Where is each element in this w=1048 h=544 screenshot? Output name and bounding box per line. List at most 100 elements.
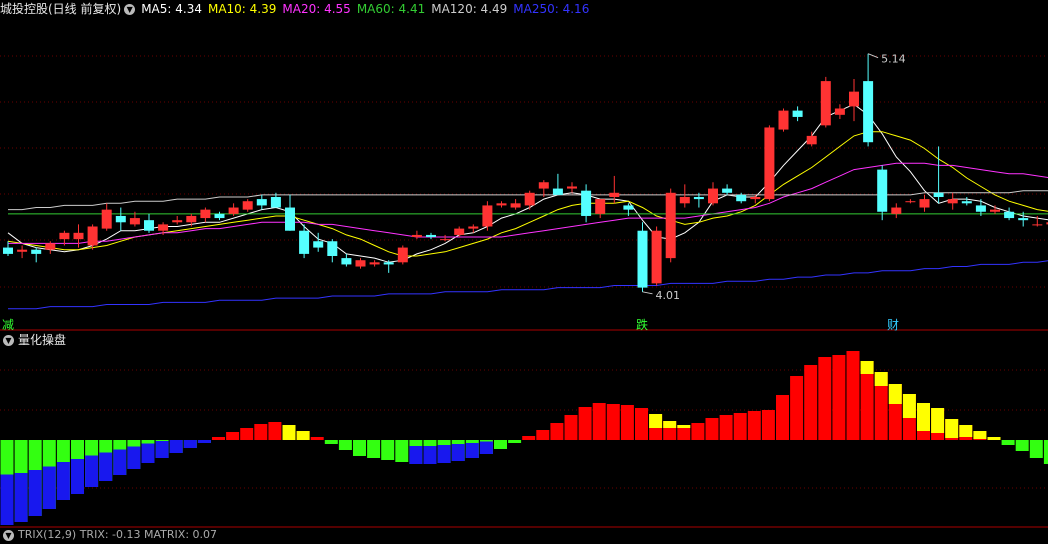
ma250-line bbox=[8, 260, 1048, 310]
indicator-bar-negative bbox=[381, 440, 395, 460]
candle-body bbox=[693, 197, 704, 200]
indicator-bar-positive bbox=[592, 403, 606, 440]
indicator-title[interactable]: 量化操盘 bbox=[18, 333, 66, 347]
indicator-bar-positive bbox=[761, 410, 775, 440]
indicator-bar-positive bbox=[846, 351, 860, 440]
indicator-bar-cap bbox=[931, 408, 945, 433]
indicator-bar-negative bbox=[1015, 440, 1029, 451]
candle-body bbox=[792, 110, 803, 117]
indicator-bar-base bbox=[437, 445, 451, 463]
candle-body bbox=[750, 197, 761, 200]
candle-body bbox=[87, 226, 98, 246]
candle-body bbox=[905, 201, 916, 203]
indicator-bar-positive bbox=[268, 422, 282, 440]
indicator-bar-base bbox=[56, 462, 70, 500]
indicator-bar-positive bbox=[818, 357, 832, 440]
indicator-bar-negative bbox=[1029, 440, 1043, 458]
candle-body bbox=[355, 260, 366, 267]
candle-body bbox=[1004, 211, 1015, 219]
candle-body bbox=[863, 81, 874, 143]
candle-body bbox=[623, 205, 634, 210]
indicator-bar-base bbox=[409, 446, 423, 464]
indicator-bar-negative bbox=[1001, 440, 1015, 445]
candle-body bbox=[595, 199, 606, 214]
high-price-label: 5.14 bbox=[881, 53, 906, 66]
trix-dropdown-icon[interactable]: ▼ bbox=[3, 529, 14, 541]
ma250-label: MA250: 4.16 bbox=[513, 2, 590, 16]
candle-body bbox=[341, 258, 352, 265]
settings-dropdown-icon[interactable]: ▼ bbox=[124, 4, 136, 15]
candle-body bbox=[299, 230, 310, 254]
indicator-bar-base bbox=[183, 440, 197, 448]
indicator-bar-positive bbox=[522, 436, 536, 440]
candle-body bbox=[609, 192, 620, 197]
indicator-bar-cap bbox=[663, 421, 677, 428]
indicator-bar-positive bbox=[212, 437, 225, 440]
candle-body bbox=[228, 207, 239, 214]
indicator-bar-base bbox=[14, 473, 28, 522]
candle-body bbox=[510, 203, 521, 208]
indicator-bar-positive bbox=[226, 432, 240, 440]
indicator-bar-base bbox=[155, 441, 169, 458]
candle-body bbox=[708, 188, 718, 204]
indicator-bar-positive bbox=[620, 405, 634, 440]
candle-body bbox=[722, 188, 733, 193]
ma120-label: MA120: 4.49 bbox=[431, 2, 508, 16]
chart-canvas: 5.14 4.01 bbox=[0, 53, 1048, 528]
candle-body bbox=[975, 205, 986, 212]
trix-header: ▼ TRIX(12,9) TRIX: -0.13 MATRIX: 0.07 bbox=[0, 526, 223, 544]
indicator-bar-positive bbox=[790, 376, 804, 440]
candle-body bbox=[990, 209, 1000, 212]
indicator-bar-positive bbox=[310, 437, 324, 440]
low-pointer bbox=[642, 291, 653, 295]
candle-body bbox=[172, 220, 183, 223]
indicator-bar-base bbox=[99, 452, 113, 481]
stock-title[interactable]: 城投控股(日线 前复权) bbox=[0, 2, 121, 16]
candle-body bbox=[158, 224, 169, 231]
indicator-bar-positive bbox=[733, 413, 747, 440]
candle-body bbox=[891, 207, 902, 214]
indicator-bar-negative bbox=[367, 440, 381, 458]
candle-body bbox=[581, 190, 592, 216]
candle-body bbox=[834, 108, 845, 115]
indicator-bar-base bbox=[42, 466, 56, 509]
candle-body bbox=[397, 247, 408, 263]
indicator-bar-cap bbox=[959, 425, 973, 437]
candle-body bbox=[919, 199, 930, 208]
candle-body bbox=[200, 209, 211, 219]
indicator-bar-cap bbox=[677, 425, 691, 428]
indicator-dropdown-icon[interactable]: ▼ bbox=[3, 335, 14, 346]
candle-body bbox=[736, 194, 747, 202]
candle-body bbox=[778, 110, 789, 130]
signal-marker-cai: 财 bbox=[887, 318, 900, 332]
candle-body bbox=[285, 207, 295, 231]
indicator-bar-cap bbox=[874, 372, 888, 386]
indicator-bar-base bbox=[28, 470, 42, 516]
indicator-bar-positive bbox=[254, 424, 268, 440]
indicator-bar-positive bbox=[635, 408, 648, 440]
indicator-bar-cap bbox=[860, 361, 874, 374]
candle-body bbox=[1018, 218, 1029, 221]
indicator-bar-cap bbox=[973, 431, 987, 439]
indicator-bar-cap bbox=[987, 437, 1001, 440]
candle-body bbox=[679, 197, 690, 204]
candle-body bbox=[496, 203, 507, 206]
indicator-bar-base bbox=[0, 474, 14, 525]
ma5-line bbox=[7, 103, 1048, 263]
indicator-bar-base bbox=[127, 446, 141, 469]
candle-body bbox=[383, 262, 394, 265]
indicator-bar-base bbox=[465, 443, 479, 458]
indicator-bar-positive bbox=[578, 407, 592, 440]
indicator-bar-positive bbox=[705, 418, 719, 440]
indicator-bar-cap bbox=[917, 403, 930, 431]
candle-body bbox=[31, 249, 42, 254]
candle-body bbox=[961, 201, 972, 204]
candle-body bbox=[524, 192, 535, 206]
ma10-label: MA10: 4.39 bbox=[207, 2, 277, 16]
indicator-bar-negative bbox=[1043, 440, 1048, 464]
signal-marker-die: 跌 bbox=[636, 318, 649, 332]
indicator-bar-negative bbox=[324, 440, 338, 444]
indicator-bar-cap bbox=[945, 419, 959, 438]
indicator-bar-cap bbox=[888, 384, 902, 404]
candle-body bbox=[1032, 224, 1043, 226]
